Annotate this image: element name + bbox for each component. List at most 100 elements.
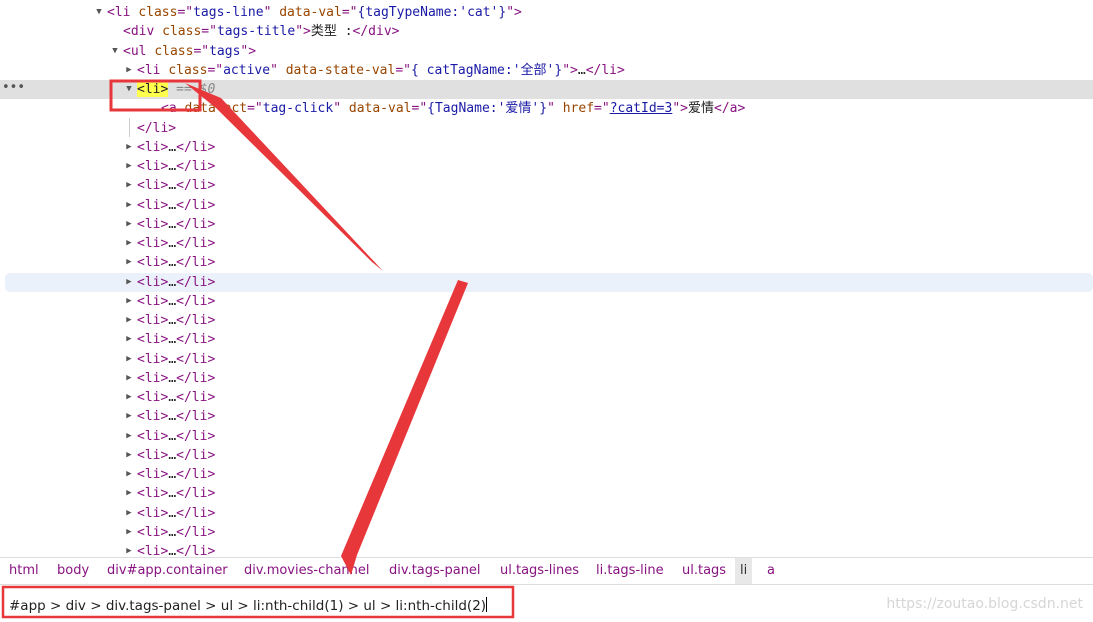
expand-triangle-closed-icon[interactable]: ▶ bbox=[124, 311, 134, 330]
breadcrumb-tag: div bbox=[244, 563, 263, 578]
tree-row[interactable]: ▶ <li>…</li> bbox=[0, 484, 1093, 503]
tree-row[interactable]: ▶ <li>…</li> bbox=[0, 176, 1093, 195]
tree-row[interactable]: ▶ <li>…</li> bbox=[0, 504, 1093, 523]
expand-triangle-closed-icon[interactable]: ▶ bbox=[124, 196, 134, 215]
collapsed-ellipsis[interactable]: … bbox=[168, 371, 176, 386]
tree-row[interactable]: ▶ <li>…</li> bbox=[0, 465, 1093, 484]
tree-row[interactable]: ▶ <li class="active" data-state-val="{ ca… bbox=[0, 61, 1093, 80]
expand-triangle-closed-icon[interactable]: ▶ bbox=[124, 427, 134, 446]
tree-row[interactable]: ▶ <li>…</li> bbox=[0, 388, 1093, 407]
expand-triangle-closed-icon[interactable]: ▶ bbox=[124, 138, 134, 157]
breadcrumb-item-ul[interactable]: ul.tags-lines bbox=[495, 558, 584, 584]
expand-triangle-closed-icon[interactable]: ▶ bbox=[124, 292, 134, 311]
collapsed-ellipsis[interactable]: … bbox=[168, 390, 176, 405]
collapsed-ellipsis[interactable]: … bbox=[578, 63, 586, 78]
expand-triangle-closed-icon[interactable]: ▶ bbox=[124, 234, 134, 253]
tree-row[interactable]: ▶ <li>…</li> bbox=[0, 407, 1093, 426]
expand-triangle-closed-icon[interactable]: ▶ bbox=[124, 215, 134, 234]
collapsed-ellipsis[interactable]: … bbox=[168, 255, 176, 270]
expand-triangle-closed-icon[interactable]: ▶ bbox=[124, 542, 134, 556]
collapsed-ellipsis[interactable]: … bbox=[168, 429, 176, 444]
tree-row[interactable]: ▶ <li>…</li> bbox=[0, 196, 1093, 215]
expand-triangle-closed-icon[interactable]: ▶ bbox=[124, 61, 134, 80]
breadcrumb-item-div[interactable]: div.tags-panel bbox=[384, 558, 486, 584]
collapsed-ellipsis[interactable]: … bbox=[168, 525, 176, 540]
tree-row[interactable]: ▼ <li class="tags-line" data-val="{tagTyp… bbox=[0, 3, 1093, 22]
tag-token: "> bbox=[672, 101, 688, 117]
tree-row[interactable]: ▶ <li>…</li> bbox=[0, 542, 1093, 556]
selector-input[interactable]: #app > div > div.tags-panel > ul > li:nt… bbox=[9, 595, 509, 617]
collapsed-ellipsis[interactable]: … bbox=[168, 236, 176, 251]
tag-token: </li> bbox=[176, 216, 216, 232]
expand-triangle-closed-icon[interactable]: ▶ bbox=[124, 523, 134, 542]
breadcrumb-item-li[interactable]: li.tags-line bbox=[591, 558, 669, 584]
expand-triangle-closed-icon[interactable]: ▶ bbox=[124, 369, 134, 388]
collapsed-ellipsis[interactable]: … bbox=[168, 159, 176, 174]
breadcrumb-item-ul[interactable]: ul.tags bbox=[677, 558, 731, 584]
collapsed-ellipsis[interactable]: … bbox=[168, 198, 176, 213]
collapsed-ellipsis[interactable]: … bbox=[168, 178, 176, 193]
collapsed-ellipsis[interactable]: … bbox=[168, 448, 176, 463]
tree-row[interactable]: <a data-act="tag-click" data-val="{TagNa… bbox=[0, 99, 1093, 118]
tree-row[interactable]: ▶ <li>…</li> bbox=[0, 157, 1093, 176]
expand-triangle-closed-icon[interactable]: ▶ bbox=[124, 253, 134, 272]
tree-row[interactable]: ▼ <ul class="tags"> bbox=[0, 42, 1093, 61]
tree-row[interactable]: ▶ <li>…</li> bbox=[0, 215, 1093, 234]
expand-triangle-open-icon[interactable]: ▼ bbox=[124, 80, 134, 99]
tree-row[interactable]: ▶ <li>…</li> bbox=[5, 272, 1093, 292]
expand-triangle-closed-icon[interactable]: ▶ bbox=[124, 465, 134, 484]
breadcrumb-tag: li bbox=[740, 563, 748, 578]
expand-triangle-closed-icon[interactable]: ▶ bbox=[124, 157, 134, 176]
tag-token: </li> bbox=[176, 274, 216, 290]
tree-row[interactable]: ▶ <li>…</li> bbox=[0, 292, 1093, 311]
expand-triangle-closed-icon[interactable]: ▶ bbox=[124, 350, 134, 369]
node-markup: <li>…</li> bbox=[137, 350, 215, 369]
breadcrumb-tag: div bbox=[389, 563, 408, 578]
breadcrumb-item-li[interactable]: li bbox=[735, 558, 753, 584]
breadcrumb-item-a[interactable]: a bbox=[762, 558, 780, 584]
collapsed-ellipsis[interactable]: … bbox=[168, 486, 176, 501]
tree-row[interactable]: ▶ <li>…</li> bbox=[0, 138, 1093, 157]
expand-triangle-closed-icon[interactable]: ▶ bbox=[124, 407, 134, 426]
collapsed-ellipsis[interactable]: … bbox=[168, 467, 176, 482]
tree-row[interactable]: <div class="tags-title">类型 :</div> bbox=[0, 22, 1093, 41]
collapsed-ellipsis[interactable]: … bbox=[168, 352, 176, 367]
expand-triangle-closed-icon[interactable]: ▶ bbox=[124, 176, 134, 195]
tree-row[interactable]: ▶ <li>…</li> bbox=[0, 311, 1093, 330]
tree-row[interactable]: ▶ <li>…</li> bbox=[0, 446, 1093, 465]
tree-row[interactable]: ▶ <li>…</li> bbox=[0, 234, 1093, 253]
more-options-icon[interactable]: ••• bbox=[2, 80, 25, 95]
tree-row[interactable]: </li> bbox=[0, 119, 1093, 138]
tree-row[interactable]: ▶ <li>…</li> bbox=[0, 330, 1093, 349]
href-link[interactable]: ?catId=3 bbox=[610, 101, 673, 116]
collapsed-ellipsis[interactable]: … bbox=[168, 506, 176, 521]
collapsed-ellipsis[interactable]: … bbox=[168, 140, 176, 155]
collapsed-ellipsis[interactable]: … bbox=[168, 409, 176, 424]
tree-row-selected[interactable]: ▼ <li> == $0 ••• bbox=[0, 80, 1093, 99]
tree-row[interactable]: ▶ <li>…</li> bbox=[0, 427, 1093, 446]
expand-triangle-open-icon[interactable]: ▼ bbox=[94, 3, 104, 22]
collapsed-ellipsis[interactable]: … bbox=[168, 275, 176, 290]
expand-triangle-closed-icon[interactable]: ▶ bbox=[124, 273, 134, 292]
collapsed-ellipsis[interactable]: … bbox=[168, 294, 176, 309]
breadcrumb-item-div[interactable]: div.movies-channel bbox=[239, 558, 375, 584]
expand-triangle-open-icon[interactable]: ▼ bbox=[110, 42, 120, 61]
expand-triangle-closed-icon[interactable]: ▶ bbox=[124, 388, 134, 407]
collapsed-ellipsis[interactable]: … bbox=[168, 217, 176, 232]
tree-row[interactable]: ▶ <li>…</li> bbox=[0, 253, 1093, 272]
tree-row[interactable]: ▶ <li>…</li> bbox=[0, 369, 1093, 388]
breadcrumb-tag: div bbox=[107, 563, 127, 578]
tree-row[interactable]: ▶ <li>…</li> bbox=[0, 523, 1093, 542]
expand-triangle-closed-icon[interactable]: ▶ bbox=[124, 484, 134, 503]
collapsed-ellipsis[interactable]: … bbox=[168, 313, 176, 328]
breadcrumb-item-html[interactable]: html bbox=[4, 558, 44, 584]
tree-row[interactable]: ▶ <li>…</li> bbox=[0, 350, 1093, 369]
expand-triangle-closed-icon[interactable]: ▶ bbox=[124, 330, 134, 349]
expand-triangle-closed-icon[interactable]: ▶ bbox=[124, 446, 134, 465]
breadcrumb-item-body[interactable]: body bbox=[52, 558, 94, 584]
expand-triangle-closed-icon[interactable]: ▶ bbox=[124, 504, 134, 523]
collapsed-ellipsis[interactable]: … bbox=[168, 332, 176, 347]
collapsed-ellipsis[interactable]: … bbox=[168, 544, 176, 556]
tag-token: <li> bbox=[137, 447, 169, 463]
breadcrumb-item-div[interactable]: div#app.container bbox=[102, 558, 233, 584]
